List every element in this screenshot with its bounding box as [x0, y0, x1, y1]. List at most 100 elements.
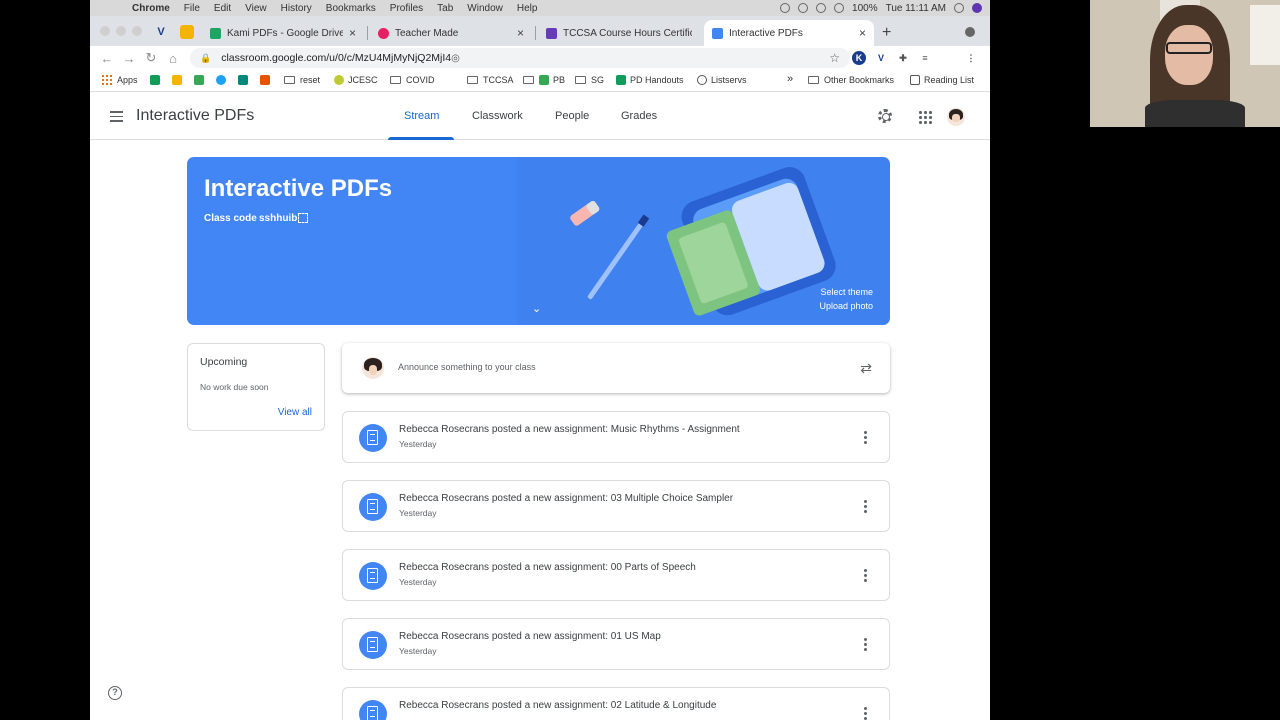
spotlight-icon[interactable]: [954, 3, 964, 13]
tab-interactive-pdfs[interactable]: Interactive PDFs ×: [704, 20, 874, 46]
bookmark-listservs[interactable]: Listservs: [697, 75, 747, 85]
post-title[interactable]: Rebecca Rosecrans posted a new assignmen…: [399, 631, 661, 642]
select-theme-link[interactable]: Select theme: [820, 287, 873, 297]
more-options-icon[interactable]: [864, 431, 867, 446]
announce-placeholder[interactable]: Announce something to your class: [398, 362, 536, 372]
zoom-window-button[interactable]: [132, 26, 142, 36]
post-title[interactable]: Rebecca Rosecrans posted a new assignmen…: [399, 493, 733, 504]
stream-post[interactable]: Rebecca Rosecrans posted a new assignmen…: [342, 618, 890, 670]
more-options-icon[interactable]: [864, 707, 867, 720]
menu-edit[interactable]: Edit: [214, 3, 231, 14]
extension-v-icon[interactable]: V: [874, 51, 888, 65]
menu-history[interactable]: History: [281, 3, 312, 14]
reading-mode-icon[interactable]: ≡: [918, 51, 932, 65]
tab-separator: [367, 26, 368, 40]
eye-off-icon[interactable]: ◎: [451, 53, 460, 64]
menu-file[interactable]: File: [184, 3, 200, 14]
post-title[interactable]: Rebecca Rosecrans posted a new assignmen…: [399, 562, 696, 573]
bookmark-sheets[interactable]: [150, 75, 164, 85]
address-bar[interactable]: 🔒 classroom.google.com/u/0/c/MzU4MjMyNjQ…: [190, 48, 850, 68]
bookmark-meet[interactable]: [238, 75, 252, 85]
bookmark-star-icon[interactable]: ☆: [829, 51, 840, 65]
stream-post[interactable]: Rebecca Rosecrans posted a new assignmen…: [342, 480, 890, 532]
wifi-icon[interactable]: [834, 3, 845, 13]
siri-icon[interactable]: [972, 3, 982, 13]
upcoming-card: Upcoming No work due soon View all: [187, 343, 325, 431]
help-icon[interactable]: ?: [108, 686, 122, 700]
status-icon[interactable]: [780, 3, 791, 13]
close-window-button[interactable]: [100, 26, 110, 36]
forward-button[interactable]: →: [118, 51, 140, 66]
upload-photo-link[interactable]: Upload photo: [819, 301, 873, 311]
tab-kami-pdfs[interactable]: Kami PDFs - Google Drive ×: [202, 20, 364, 46]
menu-help[interactable]: Help: [517, 3, 538, 14]
bookmark-pd-handouts[interactable]: PD Handouts: [616, 75, 684, 85]
minimize-window-button[interactable]: [116, 26, 126, 36]
url-text[interactable]: classroom.google.com/u/0/c/MzU4MjMyNjQ2M…: [221, 52, 451, 64]
tab-teacher-made[interactable]: Teacher Made ×: [370, 20, 532, 46]
menu-bookmarks[interactable]: Bookmarks: [326, 3, 376, 14]
extension-k-icon[interactable]: K: [852, 51, 866, 65]
post-title[interactable]: Rebecca Rosecrans posted a new assignmen…: [399, 424, 740, 435]
main-menu-icon[interactable]: [110, 111, 123, 125]
pinned-tab-slides-icon[interactable]: [180, 25, 194, 39]
bookmark-covid[interactable]: COVID: [390, 75, 435, 85]
battery-level[interactable]: 100%: [852, 3, 878, 14]
bookmark-drive[interactable]: [194, 75, 208, 85]
class-title[interactable]: Interactive PDFs: [136, 107, 254, 125]
new-tab-button[interactable]: +: [882, 24, 891, 42]
view-all-link[interactable]: View all: [278, 407, 312, 418]
google-apps-icon[interactable]: [919, 111, 932, 124]
bookmark-reset[interactable]: reset: [284, 75, 320, 85]
bookmark-jcesc[interactable]: JCESC: [334, 75, 378, 85]
announce-box[interactable]: Announce something to your class ⇄: [342, 343, 890, 393]
status-icon[interactable]: [798, 3, 809, 13]
bookmark-apps[interactable]: Apps: [102, 75, 138, 85]
home-button[interactable]: ⌂: [162, 51, 184, 66]
bookmark-other[interactable]: Other Bookmarks: [808, 75, 894, 85]
expand-chevron-icon[interactable]: ⌄: [532, 302, 541, 315]
more-options-icon[interactable]: [864, 569, 867, 584]
stream-post[interactable]: Rebecca Rosecrans posted a new assignmen…: [342, 411, 890, 463]
bookmarks-overflow[interactable]: »: [787, 73, 793, 85]
bookmark-pb[interactable]: PB: [523, 75, 565, 85]
more-options-icon[interactable]: [864, 500, 867, 515]
bookmark-shield[interactable]: [260, 75, 274, 85]
clock[interactable]: Tue 11:11 AM: [886, 3, 946, 14]
bookmark-twitter[interactable]: [216, 75, 230, 85]
tab-people[interactable]: People: [555, 110, 589, 122]
tab-tccsa[interactable]: TCCSA Course Hours Certifica: [538, 20, 700, 46]
chrome-menu-icon[interactable]: ⋮: [964, 51, 978, 65]
close-tab-icon[interactable]: ×: [517, 26, 524, 40]
stream-post[interactable]: Rebecca Rosecrans posted a new assignmen…: [342, 549, 890, 601]
bookmark-slides[interactable]: [172, 75, 186, 85]
menu-view[interactable]: View: [245, 3, 267, 14]
stream-post[interactable]: Rebecca Rosecrans posted a new assignmen…: [342, 687, 890, 720]
fullscreen-code-icon[interactable]: [298, 213, 308, 223]
lock-icon[interactable]: 🔒: [200, 53, 211, 64]
tab-stream[interactable]: Stream: [404, 110, 439, 122]
class-code-value[interactable]: sshhuib: [259, 213, 297, 224]
reload-button[interactable]: ↻: [140, 50, 162, 66]
menu-profiles[interactable]: Profiles: [390, 3, 423, 14]
repost-icon[interactable]: ⇄: [860, 360, 872, 377]
bookmark-reading-list[interactable]: Reading List: [910, 75, 974, 85]
post-title[interactable]: Rebecca Rosecrans posted a new assignmen…: [399, 700, 716, 711]
more-options-icon[interactable]: [864, 638, 867, 653]
bluetooth-icon[interactable]: [816, 3, 827, 13]
extensions-puzzle-icon[interactable]: ✚: [896, 51, 910, 65]
account-avatar[interactable]: [947, 108, 965, 126]
bookmark-tccsa[interactable]: TCCSA: [467, 75, 514, 85]
tab-search-icon[interactable]: [965, 27, 975, 37]
menu-window[interactable]: Window: [467, 3, 503, 14]
menu-tab[interactable]: Tab: [437, 3, 453, 14]
pinned-tab-v-icon[interactable]: V: [154, 25, 168, 39]
tab-classwork[interactable]: Classwork: [472, 110, 523, 122]
bookmark-sg[interactable]: SG: [575, 75, 604, 85]
back-button[interactable]: ←: [96, 51, 118, 66]
settings-gear-icon[interactable]: [878, 109, 892, 123]
close-tab-icon[interactable]: ×: [859, 26, 866, 40]
close-tab-icon[interactable]: ×: [349, 26, 356, 40]
menu-chrome[interactable]: Chrome: [132, 3, 170, 14]
tab-grades[interactable]: Grades: [621, 110, 657, 122]
